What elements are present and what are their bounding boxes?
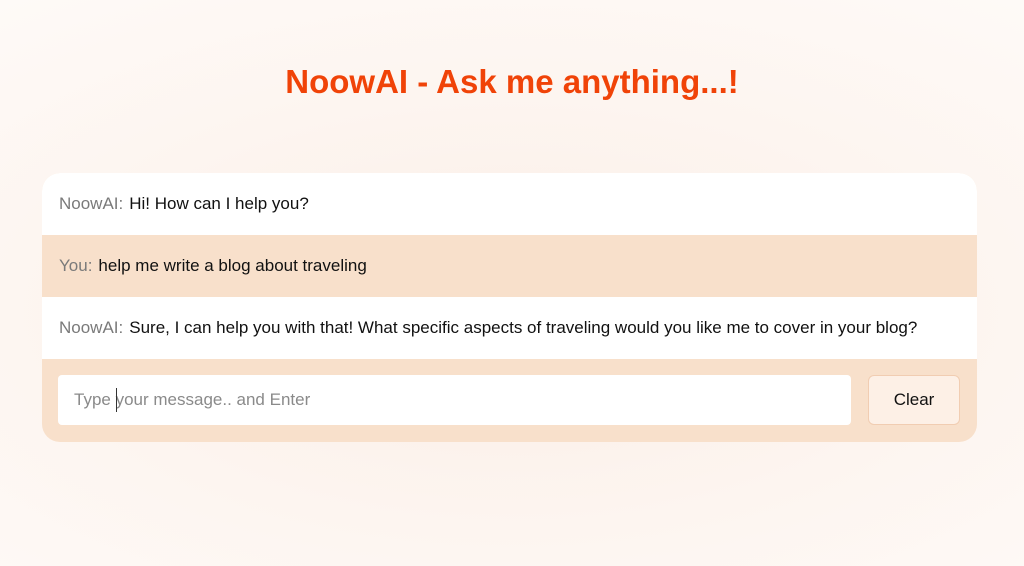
text-caret (116, 388, 117, 412)
composer: Clear (42, 359, 977, 442)
message-input[interactable] (58, 375, 851, 425)
chat-message: NoowAI: Hi! How can I help you? (42, 173, 977, 235)
message-text: help me write a blog about traveling (98, 256, 367, 275)
message-text: Sure, I can help you with that! What spe… (129, 318, 918, 337)
chat-panel: NoowAI: Hi! How can I help you? You: hel… (42, 173, 977, 442)
clear-button[interactable]: Clear (868, 375, 960, 425)
message-sender: NoowAI: (59, 318, 124, 337)
message-text: Hi! How can I help you? (129, 194, 309, 213)
chat-message: NoowAI: Sure, I can help you with that! … (42, 297, 977, 359)
message-sender: NoowAI: (59, 194, 124, 213)
message-sender: You: (59, 256, 93, 275)
page-title: NoowAI - Ask me anything...! (285, 63, 739, 100)
chat-message: You: help me write a blog about travelin… (42, 235, 977, 297)
